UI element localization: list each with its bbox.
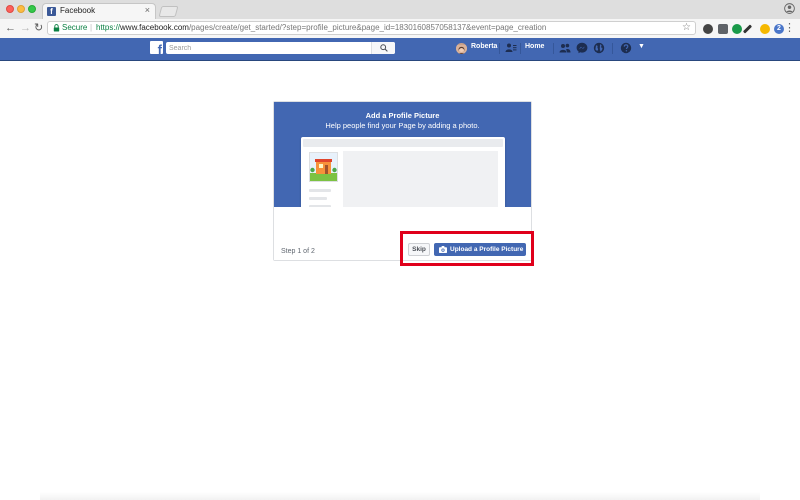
window-bottom-shadow: [40, 492, 760, 500]
green-extension-icon[interactable]: [732, 24, 742, 34]
facebook-search-box[interactable]: [166, 42, 395, 54]
header-divider: [499, 43, 500, 54]
back-button[interactable]: ←: [5, 22, 16, 34]
friend-requests-icon[interactable]: [559, 42, 571, 54]
card-subtitle: Help people find your Page by adding a p…: [325, 121, 480, 130]
secure-label: Secure: [62, 23, 88, 32]
url-text: https://www.facebook.com/pages/create/ge…: [96, 23, 546, 32]
tab-close-icon[interactable]: ×: [145, 5, 150, 15]
lock-icon: [53, 24, 60, 32]
facebook-favicon-icon: f: [47, 7, 56, 16]
search-button[interactable]: [371, 42, 395, 54]
header-divider: [553, 43, 554, 54]
window-close-button[interactable]: [6, 5, 14, 13]
storefront-icon: [310, 153, 337, 181]
account-menu-caret-icon[interactable]: ▼: [638, 43, 645, 50]
search-icon: [380, 44, 388, 52]
emoji-extension-icon[interactable]: [760, 24, 770, 34]
user-avatar[interactable]: [456, 43, 467, 54]
preview-cover-photo: [343, 151, 498, 208]
step-indicator: Step 1 of 2: [281, 248, 315, 255]
browser-tab-facebook[interactable]: f Facebook ×: [42, 3, 156, 19]
browser-tab-strip: f Facebook ×: [0, 0, 800, 20]
dark-extension-icon[interactable]: [703, 24, 713, 34]
blue-badge-extension-icon[interactable]: 2: [774, 24, 784, 34]
help-icon[interactable]: [620, 42, 632, 54]
preview-text-line: [309, 189, 331, 192]
new-tab-button[interactable]: [158, 6, 179, 17]
window-minimize-button[interactable]: [17, 5, 25, 13]
browser-menu-icon[interactable]: ⋮: [784, 22, 795, 34]
preview-text-line: [309, 197, 327, 200]
reload-button[interactable]: ↻: [34, 22, 43, 34]
browser-toolbar: ← → ↻ Secure | https://www.facebook.com/…: [0, 19, 800, 39]
browser-profile-icon[interactable]: [784, 3, 795, 14]
window-maximize-button[interactable]: [28, 5, 36, 13]
header-divider: [520, 43, 521, 54]
url-separator: |: [90, 23, 93, 32]
eyedropper-extension-icon[interactable]: [742, 24, 753, 34]
card-title: Add a Profile Picture: [365, 111, 440, 120]
bookmark-star-icon[interactable]: ☆: [682, 22, 691, 33]
pocket-extension-icon[interactable]: [718, 24, 728, 34]
avatar-photo-icon: [456, 45, 467, 54]
home-link[interactable]: Home: [525, 43, 544, 50]
notifications-globe-icon[interactable]: [593, 42, 605, 54]
find-friends-icon[interactable]: [505, 42, 517, 54]
forward-button[interactable]: →: [20, 22, 31, 34]
address-bar[interactable]: Secure | https://www.facebook.com/pages/…: [47, 21, 696, 35]
search-input[interactable]: [169, 42, 369, 54]
facebook-logo-icon[interactable]: f: [150, 41, 163, 54]
header-divider: [612, 43, 613, 54]
preview-top-bar: [303, 139, 503, 147]
messenger-icon[interactable]: [576, 42, 588, 54]
user-name-link[interactable]: Roberta: [471, 43, 497, 50]
url-host: www.facebook.com: [120, 23, 189, 32]
url-scheme: https://: [96, 23, 121, 32]
facebook-top-bar: f Roberta Home: [0, 38, 800, 61]
url-path: /pages/create/get_started/?step=profile_…: [188, 23, 547, 32]
highlight-annotation-box: [400, 231, 534, 266]
tab-title: Facebook: [60, 6, 96, 15]
preview-profile-picture: [309, 152, 338, 182]
